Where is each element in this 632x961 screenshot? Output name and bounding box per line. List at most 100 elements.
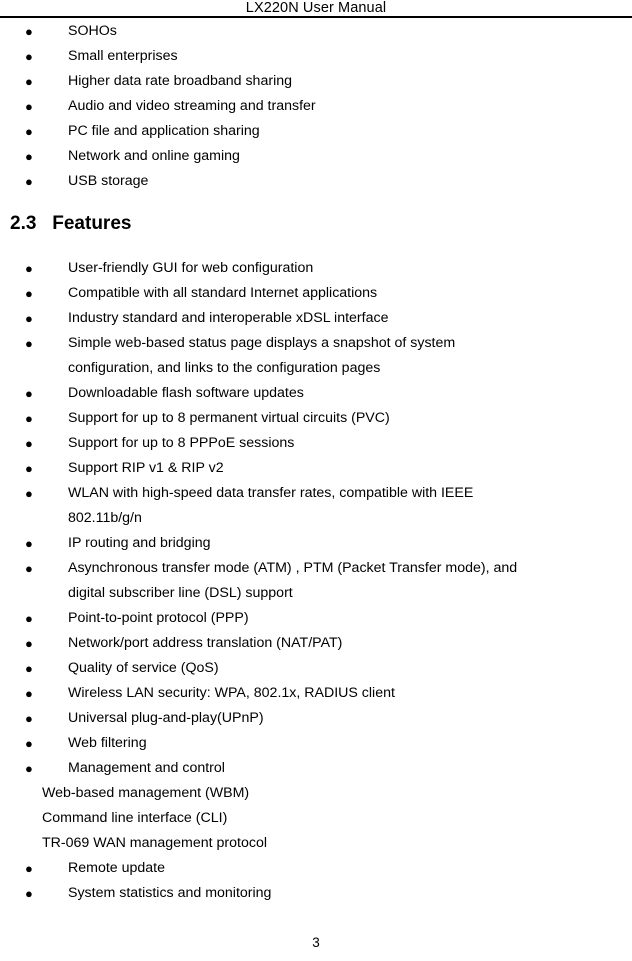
header-divider — [0, 16, 632, 18]
features-bullet-list-tail: ● Remote update ● System statistics and mon… — [0, 856, 632, 906]
bullet-icon: ● — [25, 686, 33, 701]
feature-item-text: WLAN with high-speed data transfer rates… — [68, 485, 474, 501]
feature-item-text: Wireless LAN security: WPA, 802.1x, RADI… — [68, 685, 395, 701]
bullet-icon: ● — [25, 124, 33, 139]
feature-item-text: Point-to-point protocol (PPP) — [68, 610, 249, 626]
feature-item-text: System statistics and monitoring — [68, 885, 272, 901]
bullet-icon: ● — [25, 149, 33, 164]
intro-item: ● Audio and video streaming and transfer — [0, 94, 632, 119]
feature-item: ● Compatible with all standard Internet a… — [0, 281, 632, 306]
feature-item-continuation: 802.11b/g/n — [68, 510, 142, 526]
intro-item-text: PC file and application sharing — [68, 123, 260, 139]
feature-item: ● Quality of service (QoS) — [0, 656, 632, 681]
management-subitem-group: Web-based management (WBM) Command line i… — [0, 781, 632, 856]
bullet-icon: ● — [25, 436, 33, 451]
bullet-icon: ● — [25, 311, 33, 326]
feature-item-text: Asynchronous transfer mode (ATM) , PTM (… — [68, 560, 518, 576]
document-page: LX220N User Manual ● SOHOs ● Small enterpri… — [0, 0, 632, 961]
feature-item: ● Universal plug-and-play(UPnP) — [0, 706, 632, 731]
feature-item: ● Point-to-point protocol (PPP) — [0, 606, 632, 631]
page-header: LX220N User Manual — [0, 0, 632, 17]
intro-item: ● PC file and application sharing — [0, 119, 632, 144]
feature-item-continuation: configuration, and links to the configur… — [68, 360, 381, 376]
feature-item: ● Support for up to 8 PPPoE sessions — [0, 431, 632, 456]
feature-item-text: Support for up to 8 permanent virtual ci… — [68, 410, 390, 426]
bullet-icon: ● — [25, 461, 33, 476]
page-footer: 3 — [0, 935, 632, 951]
feature-item-text: Management and control — [68, 760, 225, 776]
management-subitem: Command line interface (CLI) — [42, 810, 228, 826]
header-title: LX220N User Manual — [245, 0, 387, 16]
feature-item-text: IP routing and bridging — [68, 535, 211, 551]
bullet-icon: ● — [25, 286, 33, 301]
feature-item: ● Industry standard and interoperable xDS… — [0, 306, 632, 331]
feature-item: ● Remote update — [0, 856, 632, 881]
feature-item-continuation: digital subscriber line (DSL) support — [68, 585, 293, 601]
management-subitem: TR-069 WAN management protocol — [42, 835, 267, 851]
feature-item: ● Support for up to 8 permanent virtual c… — [0, 406, 632, 431]
feature-item-text: Industry standard and interoperable xDSL… — [68, 310, 389, 326]
bullet-icon: ● — [25, 99, 33, 114]
feature-item-text: Compatible with all standard Internet ap… — [68, 285, 378, 301]
feature-item: ● Wireless LAN security: WPA, 802.1x, RAD… — [0, 681, 632, 706]
feature-item-text: Support for up to 8 PPPoE sessions — [68, 435, 295, 451]
feature-item-text: Web filtering — [68, 735, 147, 751]
intro-item-text: Audio and video streaming and transfer — [68, 98, 316, 114]
section-heading-features: 2.3 Features — [10, 213, 132, 234]
feature-item-text: Downloadable flash software updates — [68, 385, 304, 401]
intro-item: ● Network and online gaming — [0, 144, 632, 169]
feature-item-text: Network/port address translation (NAT/PA… — [68, 635, 343, 651]
feature-item: ● Management and control — [0, 756, 632, 781]
page-number: 3 — [312, 935, 320, 950]
feature-item-text: Support RIP v1 & RIP v2 — [68, 460, 224, 476]
bullet-icon: ● — [25, 761, 33, 776]
intro-item-text: Network and online gaming — [68, 148, 240, 164]
bullet-icon: ● — [25, 386, 33, 401]
features-bullet-list: ● User-friendly GUI for web configuration… — [0, 256, 632, 781]
bullet-icon: ● — [25, 861, 33, 876]
heading-spacer-bottom — [0, 236, 632, 256]
bullet-icon: ● — [25, 24, 33, 39]
feature-item: ● Web filtering — [0, 731, 632, 756]
bullet-icon: ● — [25, 711, 33, 726]
bullet-icon: ● — [25, 336, 33, 351]
intro-item-text: SOHOs — [68, 23, 117, 39]
bullet-icon: ● — [25, 661, 33, 676]
feature-item-text: Remote update — [68, 860, 166, 876]
page-content: ● SOHOs ● Small enterprises ● Higher data rat… — [0, 19, 632, 906]
intro-item-text: USB storage — [68, 173, 149, 189]
feature-item-text: User-friendly GUI for web configuration — [68, 260, 314, 276]
intro-item: ● SOHOs — [0, 19, 632, 44]
feature-item-text: Simple web-based status page displays a … — [68, 335, 456, 351]
intro-bullet-list: ● SOHOs ● Small enterprises ● Higher data rat… — [0, 19, 632, 194]
bullet-icon: ● — [25, 561, 33, 576]
bullet-icon: ● — [25, 611, 33, 626]
bullet-icon: ● — [25, 536, 33, 551]
feature-item: ● WLAN with high-speed data transfer rate… — [0, 481, 632, 531]
feature-item: ● User-friendly GUI for web configuration — [0, 256, 632, 281]
feature-item: ● IP routing and bridging — [0, 531, 632, 556]
bullet-icon: ● — [25, 49, 33, 64]
bullet-icon: ● — [25, 261, 33, 276]
bullet-icon: ● — [25, 736, 33, 751]
bullet-icon: ● — [25, 636, 33, 651]
feature-item: ● Downloadable flash software updates — [0, 381, 632, 406]
intro-item-text: Higher data rate broadband sharing — [68, 73, 293, 89]
intro-item: ● USB storage — [0, 169, 632, 194]
bullet-icon: ● — [25, 411, 33, 426]
heading-spacer-top — [0, 194, 632, 212]
feature-item-text: Quality of service (QoS) — [68, 660, 219, 676]
feature-item: ● Support RIP v1 & RIP v2 — [0, 456, 632, 481]
feature-item: ● System statistics and monitoring — [0, 881, 632, 906]
management-subitem: Web-based management (WBM) — [42, 785, 250, 801]
intro-item: ● Small enterprises — [0, 44, 632, 69]
feature-item: ● Simple web-based status page displays a… — [0, 331, 632, 381]
bullet-icon: ● — [25, 886, 33, 901]
bullet-icon: ● — [25, 174, 33, 189]
intro-item: ● Higher data rate broadband sharing — [0, 69, 632, 94]
bullet-icon: ● — [25, 74, 33, 89]
bullet-icon: ● — [25, 486, 33, 501]
intro-item-text: Small enterprises — [68, 48, 178, 64]
feature-item: ● Network/port address translation (NAT/P… — [0, 631, 632, 656]
feature-item: ● Asynchronous transfer mode (ATM) , PTM … — [0, 556, 632, 606]
